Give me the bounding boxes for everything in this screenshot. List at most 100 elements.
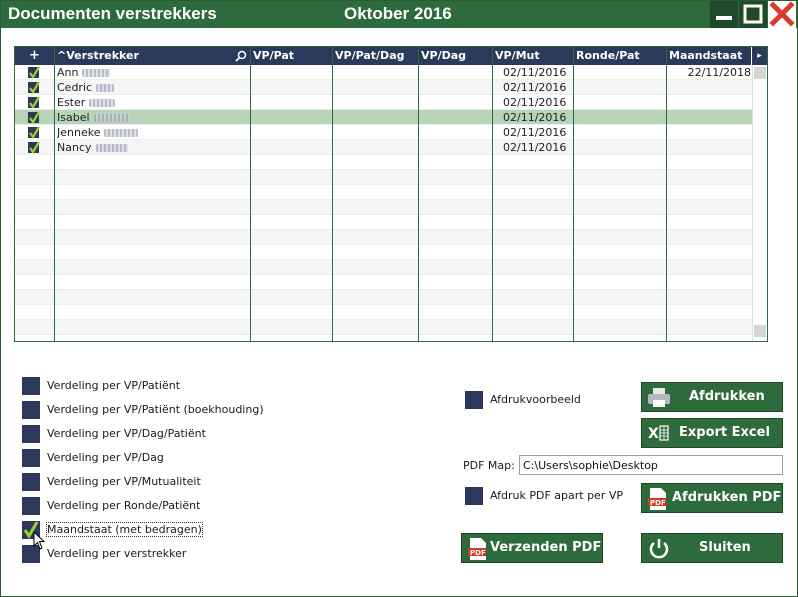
documenten-verstrekkers-window: Documenten verstrekkers Oktober 2016 + ^… (0, 0, 798, 597)
power-icon (649, 539, 669, 559)
table-row[interactable]: Jenneke 02/11/2016 (15, 125, 752, 140)
table-row (15, 230, 752, 245)
column-divider (573, 47, 574, 341)
verstrekker-name: Ann (57, 65, 247, 80)
table-row[interactable]: Cedric 02/11/2016 (15, 80, 752, 95)
report-option-checkbox[interactable] (22, 497, 40, 515)
minimize-button[interactable] (710, 1, 738, 28)
maximize-icon (743, 4, 763, 24)
maandstaat-date (683, 110, 751, 125)
table-row[interactable]: Ann 02/11/2016 22/11/2018 (15, 65, 752, 80)
redacted-surname (95, 144, 128, 152)
redacted-surname (96, 84, 115, 92)
maandstaat-date (683, 80, 751, 95)
table-row (15, 245, 752, 260)
vp-mut-date: 02/11/2016 (503, 111, 567, 124)
maandstaat-date (683, 95, 751, 110)
redacted-surname (104, 129, 139, 137)
print-button-label: Afdrukken (689, 389, 765, 404)
column-divider (54, 47, 55, 341)
column-divider (418, 47, 419, 341)
vp-mut-date: 02/11/2016 (503, 126, 567, 139)
close-window-button[interactable] (768, 1, 796, 28)
print-button[interactable]: Afdrukken (641, 382, 783, 412)
row-checkbox[interactable] (28, 141, 40, 154)
report-option-label: Maandstaat (met bedragen) (46, 522, 203, 537)
verstrekker-name: Ester (57, 95, 247, 110)
verstrekkers-grid[interactable]: + ^Verstrekker VP/Pat VP/Pat/Dag VP/Dag … (14, 46, 768, 342)
scrollbar-thumb[interactable] (754, 67, 766, 79)
send-pdf-button[interactable]: PDF Verzenden PDF (461, 533, 603, 563)
table-row[interactable]: Nancy 02/11/2016 (15, 140, 752, 155)
vp-mut-date: 02/11/2016 (503, 81, 567, 94)
pdf-separate-checkbox[interactable] (465, 487, 483, 505)
table-row (15, 215, 752, 230)
report-option-label: Verdeling per VP/Dag (47, 451, 164, 464)
search-icon[interactable] (235, 50, 247, 62)
verstrekker-name: Nancy (57, 140, 247, 155)
maandstaat-date (683, 125, 751, 140)
print-preview-checkbox[interactable] (465, 391, 483, 409)
column-header-verstrekker-label: ^Verstrekker (57, 49, 139, 62)
grid-vertical-scrollbar[interactable] (752, 65, 767, 341)
row-checkbox[interactable] (28, 81, 40, 94)
column-header-vp-dag[interactable]: VP/Dag (419, 47, 493, 65)
report-option-checkbox[interactable] (22, 401, 40, 419)
scrollbar-bottom[interactable] (754, 325, 766, 337)
pdf-icon: PDF (648, 488, 666, 510)
table-row[interactable]: Ester 02/11/2016 (15, 95, 752, 110)
report-option-checkbox[interactable] (22, 377, 40, 395)
column-header-vp-pat-dag[interactable]: VP/Pat/Dag (333, 47, 419, 65)
table-row[interactable]: Isabel 02/11/2016 (15, 110, 752, 125)
grid-header: + ^Verstrekker VP/Pat VP/Pat/Dag VP/Dag … (15, 47, 767, 65)
row-checkbox[interactable] (28, 126, 40, 139)
column-divider (250, 47, 251, 341)
report-option-checkbox[interactable] (22, 449, 40, 467)
report-option-label: Verdeling per VP/Patiënt (boekhouding) (47, 403, 264, 416)
export-excel-button[interactable]: X Export Excel (641, 418, 783, 448)
vp-mut-date: 02/11/2016 (503, 66, 567, 79)
verstrekker-name: Isabel (57, 110, 247, 125)
svg-text:PDF: PDF (650, 499, 666, 507)
column-header-maandstaat[interactable]: Maandstaat (667, 47, 752, 65)
column-header-vp-pat[interactable]: VP/Pat (251, 47, 333, 65)
pdf-map-label: PDF Map: (463, 459, 515, 472)
table-row (15, 275, 752, 290)
report-option-label: Verdeling per VP/Dag/Patiënt (47, 427, 206, 440)
report-option-label: Verdeling per VP/Mutualiteit (47, 475, 201, 488)
svg-text:X: X (648, 426, 659, 442)
report-option-checkbox[interactable] (22, 473, 40, 491)
export-excel-label: Export Excel (679, 425, 770, 440)
row-checkbox[interactable] (28, 66, 40, 79)
printer-icon (648, 388, 670, 407)
column-header-vp-mut[interactable]: VP/Mut (493, 47, 574, 65)
row-checkbox[interactable] (28, 96, 40, 109)
verstrekker-name: Cedric (57, 80, 247, 95)
pdf-separate-label: Afdruk PDF apart per VP (490, 489, 623, 502)
excel-icon: X (648, 425, 669, 442)
print-pdf-button[interactable]: PDF Afdrukken PDF (641, 483, 783, 513)
report-option-checkbox[interactable] (22, 425, 40, 443)
mouse-cursor-icon (33, 531, 46, 550)
table-row (15, 170, 752, 185)
table-row (15, 290, 752, 305)
column-header-ronde-pat[interactable]: Ronde/Pat (574, 47, 667, 65)
maximize-button[interactable] (739, 1, 767, 28)
print-preview-label: Afdrukvoorbeeld (490, 393, 581, 406)
row-checkbox[interactable] (28, 111, 40, 124)
report-option-label: Verdeling per VP/Patiënt (47, 379, 181, 392)
table-row (15, 155, 752, 170)
column-header-select-all[interactable]: + (15, 47, 55, 65)
column-header-verstrekker[interactable]: ^Verstrekker (55, 47, 251, 65)
column-divider (666, 47, 667, 341)
pdf-map-input[interactable] (519, 455, 783, 475)
svg-text:PDF: PDF (470, 549, 486, 557)
scroll-right-arrow-icon[interactable]: ▸ (752, 47, 767, 65)
table-row (15, 320, 752, 335)
table-row (15, 200, 752, 215)
redacted-surname (89, 99, 116, 107)
send-pdf-label: Verzenden PDF (490, 540, 602, 555)
close-button[interactable]: Sluiten (641, 533, 783, 563)
table-row (15, 185, 752, 200)
redacted-surname (82, 69, 111, 77)
